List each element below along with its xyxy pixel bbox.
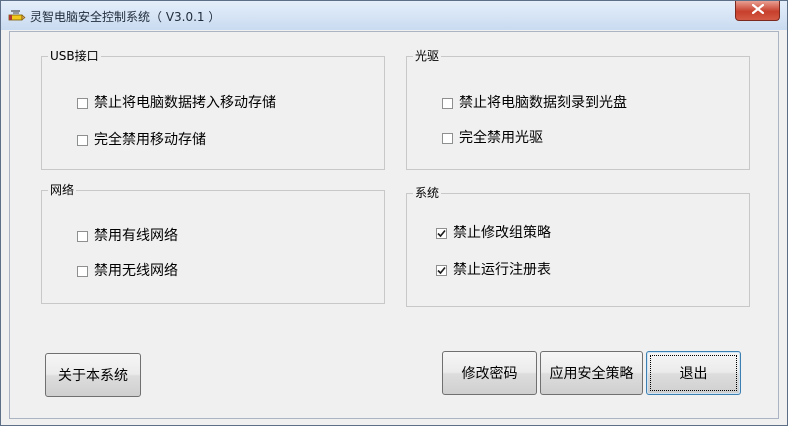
checkbox-box[interactable] — [442, 132, 453, 144]
checkmark-icon — [437, 229, 446, 237]
close-x-icon — [751, 3, 764, 18]
client-area: USB接口 禁止将电脑数据拷入移动存储 完全禁用移动存储 光驱 禁止将电脑数据刻… — [9, 31, 779, 419]
checkbox-label: 禁止运行注册表 — [453, 262, 551, 278]
checkbox-box[interactable] — [77, 230, 88, 242]
checkbox-block-group-policy[interactable]: 禁止修改组策略 — [436, 224, 551, 242]
checkbox-box[interactable] — [77, 265, 88, 277]
checkbox-label: 禁用有线网络 — [94, 228, 178, 244]
checkbox-label: 禁止修改组策略 — [453, 225, 551, 241]
title-bar[interactable]: 灵智电脑安全控制系统（ V3.0.1 ） — [1, 1, 787, 30]
close-button[interactable] — [735, 1, 780, 21]
app-pen-icon — [8, 9, 26, 23]
usb-groupbox: USB接口 禁止将电脑数据拷入移动存储 完全禁用移动存储 — [41, 48, 385, 170]
checkbox-label: 完全禁用移动存储 — [94, 132, 206, 148]
system-groupbox: 系统 禁止修改组策略 禁止运行注册表 — [406, 185, 750, 307]
checkbox-disable-wired[interactable]: 禁用有线网络 — [77, 227, 178, 245]
change-password-button[interactable]: 修改密码 — [442, 351, 537, 395]
focus-rectangle — [650, 355, 737, 391]
checkbox-disable-wireless[interactable]: 禁用无线网络 — [77, 262, 178, 280]
network-group-title: 网络 — [48, 182, 77, 198]
checkmark-icon — [437, 266, 446, 274]
checkbox-box[interactable] — [436, 227, 447, 239]
checkbox-disable-usb-storage[interactable]: 完全禁用移动存储 — [77, 131, 206, 149]
checkbox-label: 禁用无线网络 — [94, 263, 178, 279]
network-groupbox: 网络 禁用有线网络 禁用无线网络 — [41, 182, 385, 304]
usb-group-title: USB接口 — [48, 48, 101, 64]
optical-groupbox: 光驱 禁止将电脑数据刻录到光盘 完全禁用光驱 — [406, 48, 750, 170]
about-button[interactable]: 关于本系统 — [45, 353, 141, 397]
checkbox-box[interactable] — [436, 264, 447, 276]
checkbox-label: 禁止将电脑数据刻录到光盘 — [459, 95, 627, 111]
checkbox-label: 禁止将电脑数据拷入移动存储 — [94, 95, 276, 111]
checkbox-box[interactable] — [77, 134, 88, 146]
checkbox-box[interactable] — [442, 97, 453, 109]
checkbox-disable-optical[interactable]: 完全禁用光驱 — [442, 129, 543, 147]
exit-button[interactable]: 退出 — [646, 351, 741, 395]
window-title: 灵智电脑安全控制系统（ V3.0.1 ） — [30, 10, 221, 24]
checkbox-block-burn-to-disc[interactable]: 禁止将电脑数据刻录到光盘 — [442, 94, 627, 112]
checkbox-label: 完全禁用光驱 — [459, 130, 543, 146]
app-window: 灵智电脑安全控制系统（ V3.0.1 ） USB接口 禁止将电脑数据拷入移动存储… — [0, 0, 788, 426]
apply-policy-button[interactable]: 应用安全策略 — [540, 351, 643, 395]
checkbox-block-copy-to-usb[interactable]: 禁止将电脑数据拷入移动存储 — [77, 94, 276, 112]
system-group-title: 系统 — [413, 185, 442, 201]
checkbox-box[interactable] — [77, 97, 88, 109]
checkbox-block-registry[interactable]: 禁止运行注册表 — [436, 261, 551, 279]
optical-group-title: 光驱 — [413, 48, 442, 64]
